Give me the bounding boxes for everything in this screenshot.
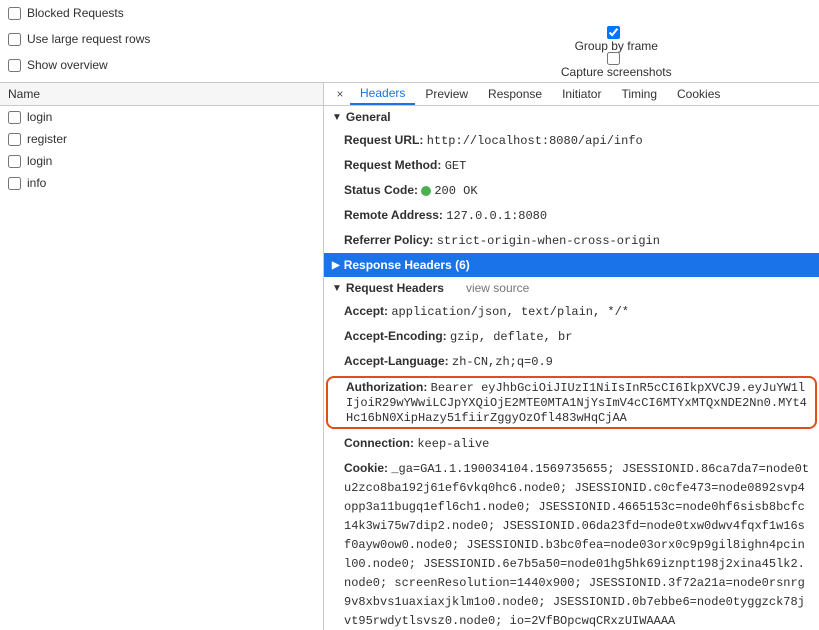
blocked-requests-label: Blocked Requests — [27, 6, 124, 20]
caret-right-icon: ▶ — [332, 260, 340, 271]
connection-key: Connection: — [344, 436, 414, 450]
accept-language-key: Accept-Language: — [344, 354, 449, 368]
cookie-value: _ga=GA1.1.190034104.1569735655; JSESSION… — [344, 462, 809, 628]
request-headers-section-toggle[interactable]: ▼ Request Headers view source — [324, 277, 819, 299]
connection-value: keep-alive — [417, 437, 489, 451]
accept-encoding-value: gzip, deflate, br — [450, 330, 572, 344]
request-name: info — [27, 176, 46, 190]
close-details-button[interactable]: × — [330, 83, 350, 105]
request-item[interactable]: register — [0, 128, 323, 150]
name-column-header: Name — [8, 87, 40, 101]
tab-preview[interactable]: Preview — [415, 83, 478, 105]
request-item[interactable]: info — [0, 172, 323, 194]
general-section-toggle[interactable]: ▼ General — [324, 106, 819, 128]
request-checkbox[interactable] — [8, 111, 21, 124]
tab-headers[interactable]: Headers — [350, 83, 415, 105]
response-headers-title: Response Headers (6) — [344, 258, 470, 272]
authorization-key: Authorization: — [346, 380, 427, 394]
large-rows-checkbox[interactable] — [8, 33, 21, 46]
request-method-value: GET — [445, 159, 467, 173]
remote-address-key: Remote Address: — [344, 208, 443, 222]
capture-screenshots-label: Capture screenshots — [561, 65, 672, 79]
large-rows-label: Use large request rows — [27, 32, 150, 46]
group-by-frame-checkbox[interactable] — [607, 26, 620, 39]
cookie-key: Cookie: — [344, 461, 388, 475]
request-list-header[interactable]: Name — [0, 83, 323, 106]
tab-response[interactable]: Response — [478, 83, 552, 105]
request-headers-title: Request Headers — [346, 281, 444, 295]
headers-content: ▼ General Request URL: http://localhost:… — [324, 106, 819, 630]
request-name: login — [27, 110, 52, 124]
request-url-key: Request URL: — [344, 133, 423, 147]
tab-timing[interactable]: Timing — [611, 83, 667, 105]
blocked-requests-checkbox[interactable] — [8, 7, 21, 20]
request-item[interactable]: login — [0, 150, 323, 172]
accept-encoding-key: Accept-Encoding: — [344, 329, 447, 343]
show-overview-checkbox[interactable] — [8, 59, 21, 72]
accept-key: Accept: — [344, 304, 388, 318]
general-title: General — [346, 110, 391, 124]
request-url-value: http://localhost:8080/api/info — [427, 134, 643, 148]
show-overview-label: Show overview — [27, 58, 108, 72]
view-source-link[interactable]: view source — [466, 281, 529, 295]
caret-down-icon: ▼ — [332, 283, 342, 294]
request-checkbox[interactable] — [8, 155, 21, 168]
accept-value: application/json, text/plain, */* — [391, 305, 629, 319]
status-dot-icon — [421, 186, 431, 196]
details-panel: × Headers Preview Response Initiator Tim… — [324, 83, 819, 630]
toolbar: Blocked Requests Use large request rows … — [0, 0, 819, 83]
referrer-policy-value: strict-origin-when-cross-origin — [437, 234, 660, 248]
response-headers-section-toggle[interactable]: ▶ Response Headers (6) — [324, 253, 819, 277]
request-item[interactable]: login — [0, 106, 323, 128]
caret-down-icon: ▼ — [332, 112, 342, 123]
tab-cookies[interactable]: Cookies — [667, 83, 730, 105]
referrer-policy-key: Referrer Policy: — [344, 233, 433, 247]
request-method-key: Request Method: — [344, 158, 441, 172]
request-name: register — [27, 132, 67, 146]
request-list: login register login info — [0, 106, 323, 194]
status-code-value: 200 OK — [434, 184, 477, 198]
request-checkbox[interactable] — [8, 133, 21, 146]
remote-address-value: 127.0.0.1:8080 — [446, 209, 547, 223]
request-list-panel: Name login register login info — [0, 83, 324, 630]
tab-initiator[interactable]: Initiator — [552, 83, 611, 105]
request-name: login — [27, 154, 52, 168]
request-checkbox[interactable] — [8, 177, 21, 190]
accept-language-value: zh-CN,zh;q=0.9 — [452, 355, 553, 369]
capture-screenshots-checkbox[interactable] — [607, 52, 620, 65]
status-code-key: Status Code: — [344, 183, 418, 197]
authorization-highlight: Authorization: Bearer eyJhbGciOiJIUzI1Ni… — [326, 376, 817, 429]
group-by-frame-label: Group by frame — [575, 39, 658, 53]
details-tabs: × Headers Preview Response Initiator Tim… — [324, 83, 819, 106]
